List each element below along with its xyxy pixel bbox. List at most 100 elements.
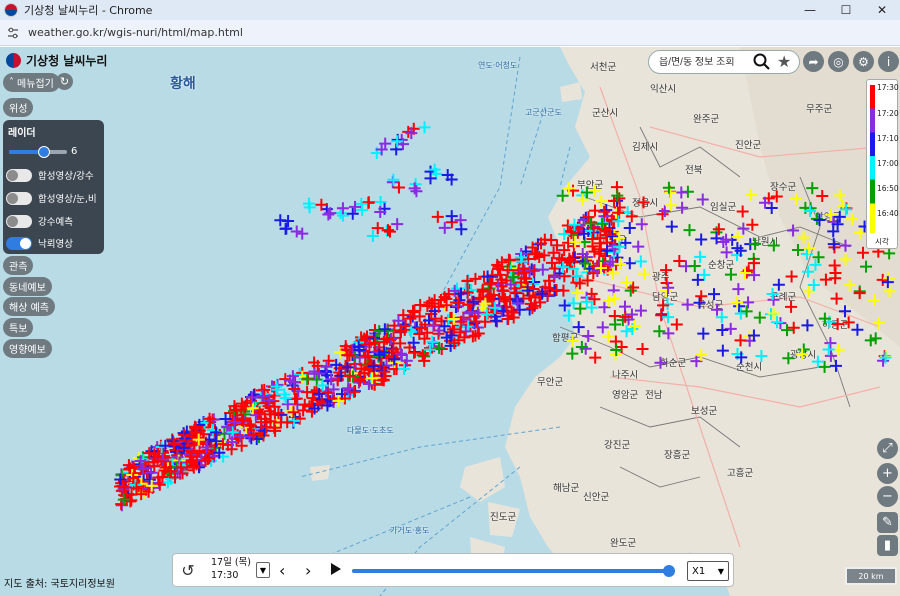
menu-category-impact-forecast[interactable]: 영향예보 bbox=[3, 339, 52, 358]
lightning-strike-marker bbox=[440, 299, 453, 312]
weather-map[interactable]: 황해 서천군 익산시 군산시 완주군 무주군 김제시 진안군 전북 부안군 정읍시 임실군 장수군 함양군… bbox=[0, 47, 900, 596]
legend-label: 16:40 bbox=[877, 209, 899, 218]
lightning-strike-marker bbox=[860, 260, 873, 273]
lightning-strike-marker bbox=[615, 341, 628, 354]
lightning-strike-marker bbox=[787, 224, 800, 237]
menu-category-local-forecast[interactable]: 동네예보 bbox=[3, 277, 52, 296]
toggle-switch[interactable] bbox=[6, 214, 32, 228]
lightning-strike-marker bbox=[782, 352, 795, 365]
lightning-strike-marker bbox=[632, 240, 645, 253]
close-icon[interactable]: ✕ bbox=[864, 0, 900, 20]
lightning-strike-marker bbox=[809, 258, 822, 271]
next-step-icon[interactable]: › bbox=[305, 561, 311, 580]
speed-select[interactable]: X1 ▼ bbox=[687, 561, 729, 581]
lightning-strike-marker bbox=[588, 293, 601, 306]
toggle-knob bbox=[7, 169, 18, 181]
zoom-in-icon[interactable]: + bbox=[877, 463, 898, 484]
locate-icon[interactable]: ◎ bbox=[828, 51, 849, 72]
url-text[interactable]: weather.go.kr/wgis-nuri/html/map.html bbox=[28, 26, 243, 39]
minimize-icon[interactable]: — bbox=[792, 0, 828, 20]
toggle-switch[interactable] bbox=[6, 191, 32, 205]
maximize-icon[interactable]: ☐ bbox=[828, 0, 864, 20]
menu-category-satellite[interactable]: 위성 bbox=[3, 98, 34, 117]
lightning-strike-marker bbox=[670, 318, 683, 331]
search-input[interactable] bbox=[659, 56, 749, 68]
toggle-row-precip-forecast[interactable]: 강수예측 bbox=[6, 214, 73, 228]
lightning-strike-marker bbox=[282, 214, 295, 227]
radar-opacity-slider[interactable] bbox=[9, 146, 67, 158]
toggle-switch[interactable] bbox=[6, 168, 32, 182]
lightning-strike-marker bbox=[502, 253, 515, 266]
lightning-strike-marker bbox=[810, 212, 823, 225]
lightning-strike-marker bbox=[536, 263, 549, 276]
prev-step-icon[interactable]: ‹ bbox=[279, 561, 285, 580]
legend-unit-label: 시각 bbox=[875, 237, 889, 246]
fullscreen-icon[interactable]: ⤢ bbox=[877, 438, 898, 459]
share-icon[interactable]: ➦ bbox=[803, 51, 824, 72]
lightning-strike-marker bbox=[562, 309, 575, 322]
search-icon[interactable] bbox=[753, 53, 771, 71]
play-icon[interactable] bbox=[331, 563, 341, 575]
date-dropdown-chevron-icon[interactable]: ▼ bbox=[256, 562, 270, 578]
lightning-strike-marker bbox=[818, 360, 831, 373]
ruler-icon[interactable]: ✎ bbox=[877, 512, 898, 533]
lightning-strike-marker bbox=[845, 213, 858, 226]
kma-emblem-icon bbox=[6, 53, 21, 68]
lightning-strike-marker bbox=[431, 210, 444, 223]
lightning-strike-marker bbox=[812, 251, 825, 264]
lightning-strike-marker bbox=[574, 302, 587, 315]
settings-gear-icon[interactable]: ⚙ bbox=[853, 51, 874, 72]
timeline-slider[interactable] bbox=[352, 565, 675, 577]
toggle-switch[interactable] bbox=[6, 236, 32, 250]
lightning-strike-marker bbox=[588, 184, 601, 197]
lightning-strike-marker bbox=[455, 223, 468, 236]
kma-logo[interactable]: 기상청 날씨누리 bbox=[6, 52, 107, 69]
lightning-strike-marker bbox=[556, 189, 569, 202]
location-search[interactable]: ★ bbox=[648, 50, 800, 74]
toggle-row-composite-snow-rain[interactable]: 합성영상/눈,비 bbox=[6, 191, 97, 205]
browser-titlebar: 기상청 날씨누리 - Chrome — ☐ ✕ bbox=[0, 0, 900, 20]
lightning-strike-marker bbox=[664, 199, 677, 212]
lightning-strike-marker bbox=[724, 322, 737, 335]
lightning-strike-marker bbox=[695, 290, 708, 303]
radar-panel-title: 레이더 bbox=[8, 128, 36, 139]
lightning-strike-marker bbox=[789, 192, 802, 205]
info-icon[interactable]: i bbox=[878, 51, 899, 72]
layers-icon[interactable]: ▮ bbox=[877, 535, 898, 556]
lightning-strike-marker bbox=[883, 285, 896, 298]
menu-category-marine-forecast[interactable]: 해상 예측 bbox=[3, 297, 55, 316]
lightning-strike-marker bbox=[772, 278, 785, 291]
lightning-strike-marker bbox=[676, 201, 689, 214]
lightning-strike-marker bbox=[391, 218, 404, 231]
refresh-icon[interactable]: ↻ bbox=[56, 73, 73, 90]
lightning-strike-marker bbox=[596, 321, 609, 334]
address-bar[interactable]: weather.go.kr/wgis-nuri/html/map.html bbox=[0, 20, 900, 46]
lightning-strike-marker bbox=[696, 193, 709, 206]
lightning-strike-marker bbox=[414, 298, 427, 311]
lightning-strike-marker bbox=[830, 292, 843, 305]
lightning-strike-marker bbox=[513, 303, 526, 316]
lightning-strike-marker bbox=[665, 220, 678, 233]
zoom-out-icon[interactable]: − bbox=[877, 486, 898, 507]
toggle-row-lightning[interactable]: 낙뢰영상 bbox=[6, 236, 73, 250]
lightning-strike-marker bbox=[716, 324, 729, 337]
history-icon[interactable]: ↺ bbox=[173, 555, 203, 585]
lightning-strike-marker bbox=[755, 350, 768, 363]
menu-category-warnings[interactable]: 특보 bbox=[3, 318, 34, 337]
favorite-star-icon[interactable]: ★ bbox=[777, 52, 791, 71]
map-source-text: 지도 출처: 국토지리정보원 bbox=[4, 579, 115, 590]
site-settings-icon[interactable] bbox=[6, 26, 20, 40]
logo-text: 기상청 날씨누리 bbox=[26, 54, 108, 68]
lightning-strike-marker bbox=[872, 317, 885, 330]
slider-knob[interactable] bbox=[37, 146, 50, 158]
lightning-strike-marker bbox=[382, 224, 395, 237]
toggle-row-composite-rain[interactable]: 합성영상/강수 bbox=[6, 168, 94, 182]
menu-category-observation[interactable]: 관측 bbox=[3, 256, 34, 275]
collapse-menu-button[interactable]: ˄ 메뉴접기 bbox=[3, 73, 60, 92]
lightning-strike-marker bbox=[683, 224, 696, 237]
timeline-knob[interactable] bbox=[663, 565, 675, 577]
lightning-strike-marker bbox=[662, 311, 675, 324]
chevron-down-icon: ▼ bbox=[717, 566, 724, 576]
lightning-strike-marker bbox=[770, 190, 783, 203]
toggle-knob bbox=[7, 192, 18, 204]
